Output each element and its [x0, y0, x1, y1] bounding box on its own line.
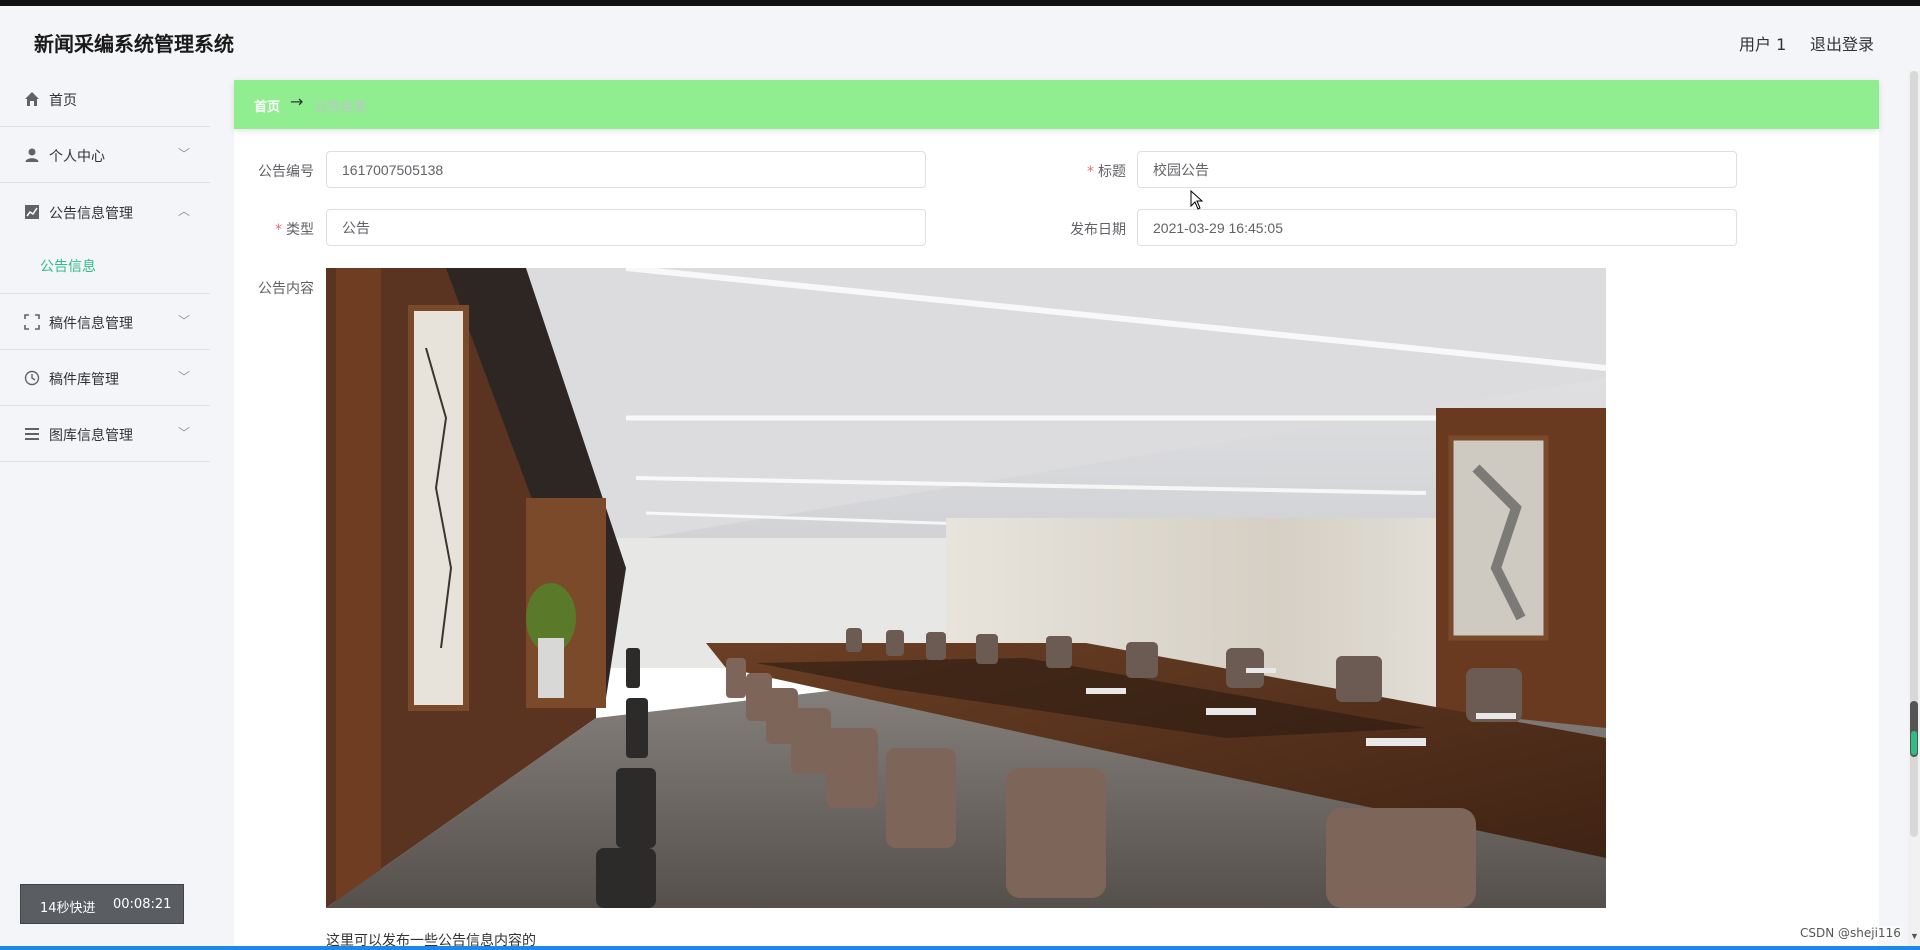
publish-date-field[interactable]: [1137, 209, 1737, 246]
sidebar: 首页 个人中心 ﹀ 公告信息管理 ︿ 公告信息 稿件信息管理 ﹀ 稿件库管理 ﹀: [0, 71, 210, 950]
notice-no-field[interactable]: [326, 151, 926, 188]
chart-icon: [24, 204, 40, 220]
sidebar-item-label: 图库信息管理: [49, 428, 133, 444]
title-field[interactable]: [1137, 151, 1737, 188]
breadcrumb-home-link[interactable]: 首页: [254, 96, 280, 115]
logout-button[interactable]: 退出登录: [1810, 31, 1874, 55]
chevron-down-icon: ﹀: [178, 370, 191, 384]
sidebar-item-label: 稿件信息管理: [49, 316, 133, 332]
sidebar-item-home[interactable]: 首页: [0, 71, 210, 127]
type-field[interactable]: [326, 209, 926, 246]
required-mark: *: [275, 222, 282, 238]
sidebar-item-gallery-management[interactable]: 图库信息管理 ﹀: [0, 406, 210, 462]
page-scrollbar[interactable]: ▼: [1908, 71, 1920, 950]
top-header: 新闻采编系统管理系统 用户 1 退出登录: [0, 6, 1920, 71]
type-label: * 类型: [275, 222, 314, 238]
sidebar-item-manuscript-management[interactable]: 稿件信息管理 ﹀: [0, 294, 210, 350]
bottom-progress-line: [0, 946, 1920, 950]
sidebar-item-personal-center[interactable]: 个人中心 ﹀: [0, 127, 210, 183]
user-icon: [24, 147, 40, 163]
timer-label: 00:08:21: [113, 897, 172, 912]
list-icon: [24, 426, 40, 442]
publish-date-label: 发布日期: [1070, 222, 1126, 238]
required-mark: *: [1087, 164, 1094, 180]
chevron-down-icon: ﹀: [178, 147, 191, 161]
sidebar-subitem-label: 公告信息: [40, 259, 96, 275]
notice-no-label: 公告编号: [258, 164, 314, 180]
watermark: CSDN @sheji116: [1800, 926, 1901, 940]
sidebar-item-notice-management[interactable]: 公告信息管理 ︿: [0, 184, 210, 240]
title-label: * 标题: [1087, 164, 1126, 180]
app-title: 新闻采编系统管理系统: [34, 32, 234, 56]
sidebar-item-manuscript-library[interactable]: 稿件库管理 ﹀: [0, 350, 210, 406]
current-user-label: 用户 1: [1739, 35, 1787, 54]
video-speed-overlay[interactable]: 14秒快进 00:08:21: [20, 884, 184, 924]
notice-content-image: [326, 268, 1606, 908]
scrollbar-indicator: [1911, 731, 1917, 755]
scan-icon: [24, 314, 40, 330]
mouse-cursor-icon: [1190, 190, 1204, 210]
breadcrumb-arrow-icon: →: [290, 92, 304, 111]
sidebar-item-label: 首页: [49, 93, 77, 109]
chevron-up-icon: ︿: [178, 204, 191, 218]
scroll-down-icon[interactable]: ▼: [1910, 931, 1919, 941]
sidebar-item-label: 个人中心: [49, 149, 105, 165]
home-icon: [24, 91, 40, 107]
chevron-down-icon: ﹀: [178, 314, 191, 328]
sidebar-item-label: 稿件库管理: [49, 372, 119, 388]
speed-label: 14秒快进: [40, 901, 96, 916]
clock-icon: [24, 370, 40, 386]
breadcrumb-current: 公告信息: [314, 100, 367, 115]
sidebar-item-label: 公告信息管理: [49, 206, 133, 222]
breadcrumb: 首页 → 公告信息: [234, 80, 1879, 129]
content-label: 公告内容: [258, 281, 314, 297]
chevron-down-icon: ﹀: [178, 426, 191, 440]
sidebar-subitem-notice-info[interactable]: 公告信息: [0, 242, 210, 294]
